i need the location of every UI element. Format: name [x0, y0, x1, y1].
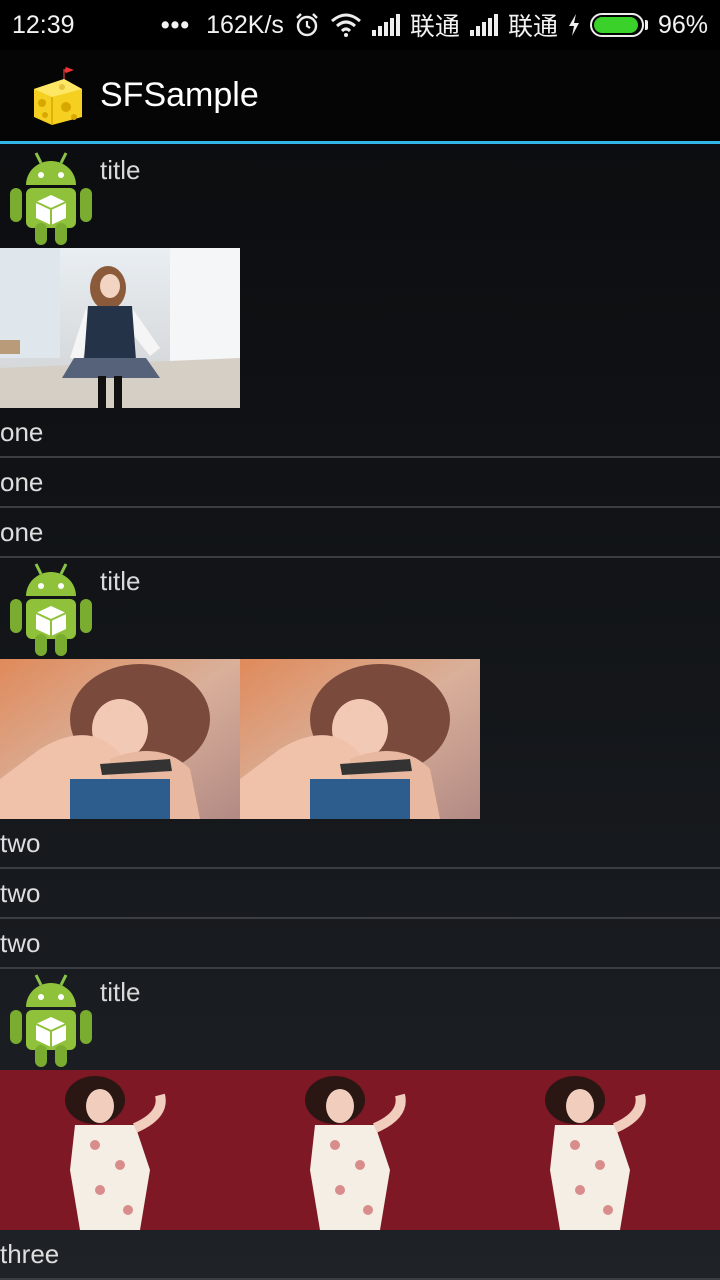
carrier-2: 联通	[507, 13, 558, 41]
more-notifications-icon: •••	[160, 10, 191, 39]
content-list[interactable]: title one one one title two two two titl…	[0, 147, 720, 1280]
battery-percent: 96%	[657, 10, 708, 39]
photo-girl-red-dress[interactable]	[0, 1070, 240, 1230]
list-item[interactable]: one	[0, 458, 720, 508]
signal-icon-2	[469, 14, 498, 36]
android-icon	[10, 152, 92, 245]
photo-girl-red-dress[interactable]	[480, 1070, 720, 1230]
status-time: 12:39	[12, 10, 75, 39]
charging-icon	[568, 14, 579, 36]
status-bar: 12:39 ••• 162K/s 联通 联通 96%	[0, 0, 720, 50]
cheese-icon[interactable]	[30, 65, 86, 127]
group-header[interactable]: title	[0, 558, 720, 659]
signal-icon-1	[371, 14, 400, 36]
action-bar: SFSample	[0, 50, 720, 144]
photo-girl-pink[interactable]	[0, 659, 240, 819]
photo-girl-pink[interactable]	[240, 659, 480, 819]
group-title: title	[100, 977, 141, 1007]
alarm-icon	[296, 13, 318, 37]
group-title: title	[100, 566, 141, 596]
carrier-1: 联通	[409, 13, 460, 41]
list-item[interactable]: three	[0, 1230, 720, 1280]
android-icon	[10, 563, 92, 656]
photo-girl-red-dress[interactable]	[240, 1070, 480, 1230]
group-header[interactable]: title	[0, 147, 720, 248]
group-header[interactable]: title	[0, 969, 720, 1070]
wifi-icon	[330, 13, 361, 37]
image-row	[0, 659, 720, 819]
list-item[interactable]: one	[0, 408, 720, 458]
list-item[interactable]: one	[0, 508, 720, 558]
photo-girl-corridor[interactable]	[0, 248, 240, 408]
image-row	[0, 1070, 720, 1230]
net-speed: 162K/s	[206, 10, 284, 39]
list-item[interactable]: two	[0, 919, 720, 969]
app-title: SFSample	[100, 76, 259, 114]
battery-icon	[589, 13, 648, 37]
status-right: ••• 162K/s 联通 联通 96%	[161, 7, 708, 43]
android-icon	[10, 974, 92, 1067]
list-item[interactable]: two	[0, 819, 720, 869]
image-row	[0, 248, 720, 408]
group-title: title	[100, 155, 141, 185]
list-item[interactable]: two	[0, 869, 720, 919]
